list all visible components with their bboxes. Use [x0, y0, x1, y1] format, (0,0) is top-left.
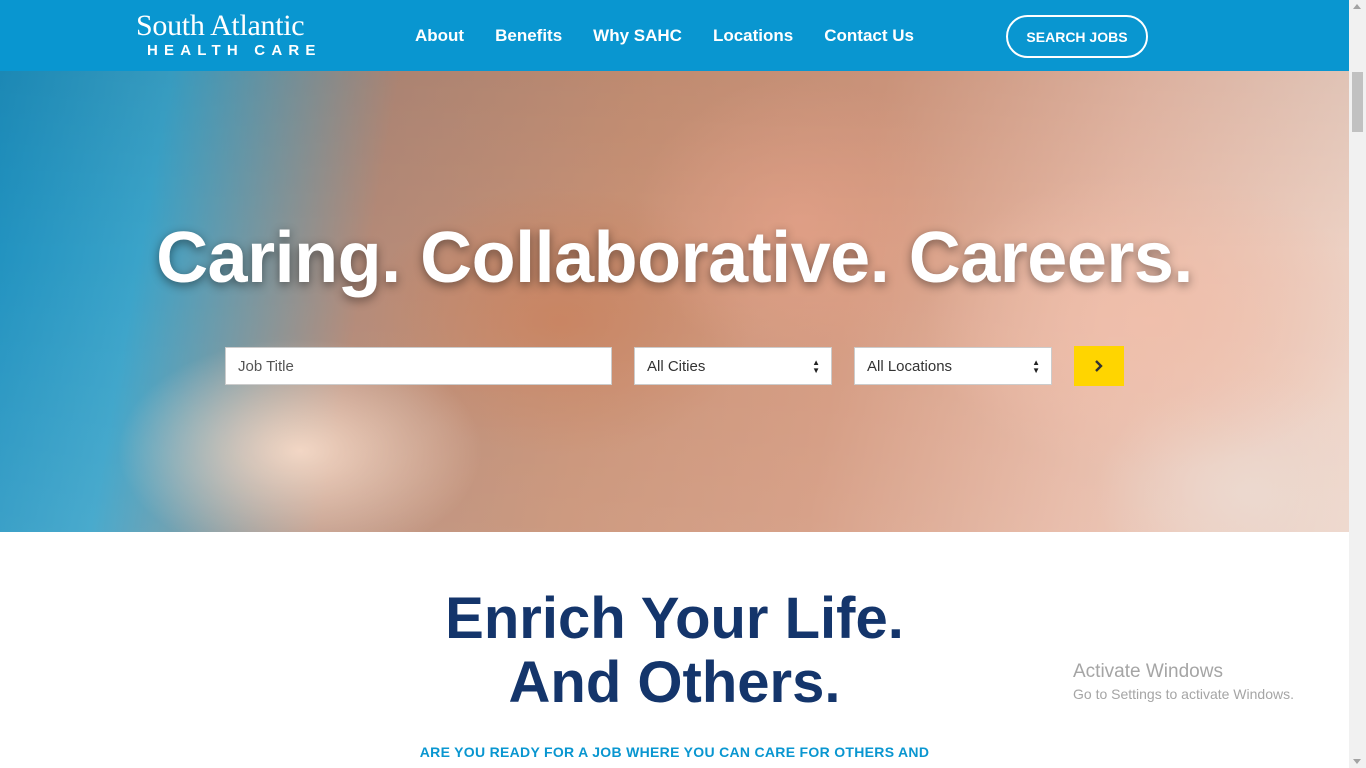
hero-title: Caring. Collaborative. Careers.	[156, 218, 1193, 298]
scroll-thumb[interactable]	[1352, 72, 1363, 132]
select-arrows-icon: ▲ ▼	[1032, 358, 1040, 375]
cities-select-value: All Cities	[647, 357, 706, 375]
search-jobs-button[interactable]: SEARCH JOBS	[1006, 15, 1148, 58]
cities-select[interactable]: All Cities ▲ ▼	[634, 347, 832, 385]
brand-logo[interactable]: South Atlantic HEALTH CARE	[136, 10, 322, 60]
nav-locations[interactable]: Locations	[713, 26, 793, 46]
chevron-right-icon	[1095, 360, 1103, 372]
headline-line-2: And Others.	[508, 650, 841, 715]
logo-top-text: South Atlantic	[136, 9, 305, 42]
nav-benefits[interactable]: Benefits	[495, 26, 562, 46]
search-submit-button[interactable]	[1074, 346, 1124, 386]
page-scrollbar[interactable]	[1349, 0, 1366, 768]
hero-banner: Caring. Collaborative. Careers. All Citi…	[0, 71, 1349, 532]
nav-why-sahc[interactable]: Why SAHC	[593, 26, 682, 46]
logo-bottom-text: HEALTH CARE	[147, 42, 322, 59]
headline-line-1: Enrich Your Life.	[445, 586, 904, 651]
select-arrows-icon: ▲ ▼	[812, 358, 820, 375]
scroll-down-icon[interactable]	[1353, 759, 1361, 764]
scroll-up-icon[interactable]	[1353, 4, 1361, 9]
hero-image	[0, 71, 1349, 532]
section-subline: ARE YOU READY FOR A JOB WHERE YOU CAN CA…	[419, 744, 930, 760]
activate-windows-title: Activate Windows	[1073, 661, 1223, 682]
nav-about[interactable]: About	[415, 26, 464, 46]
main-nav: About Benefits Why SAHC Locations Contac…	[415, 26, 914, 46]
job-title-input[interactable]	[225, 347, 612, 385]
activate-windows-subtitle: Go to Settings to activate Windows.	[1073, 686, 1294, 702]
nav-contact-us[interactable]: Contact Us	[824, 26, 914, 46]
locations-select[interactable]: All Locations ▲ ▼	[854, 347, 1052, 385]
locations-select-value: All Locations	[867, 357, 953, 375]
site-header: South Atlantic HEALTH CARE About Benefit…	[0, 0, 1349, 71]
